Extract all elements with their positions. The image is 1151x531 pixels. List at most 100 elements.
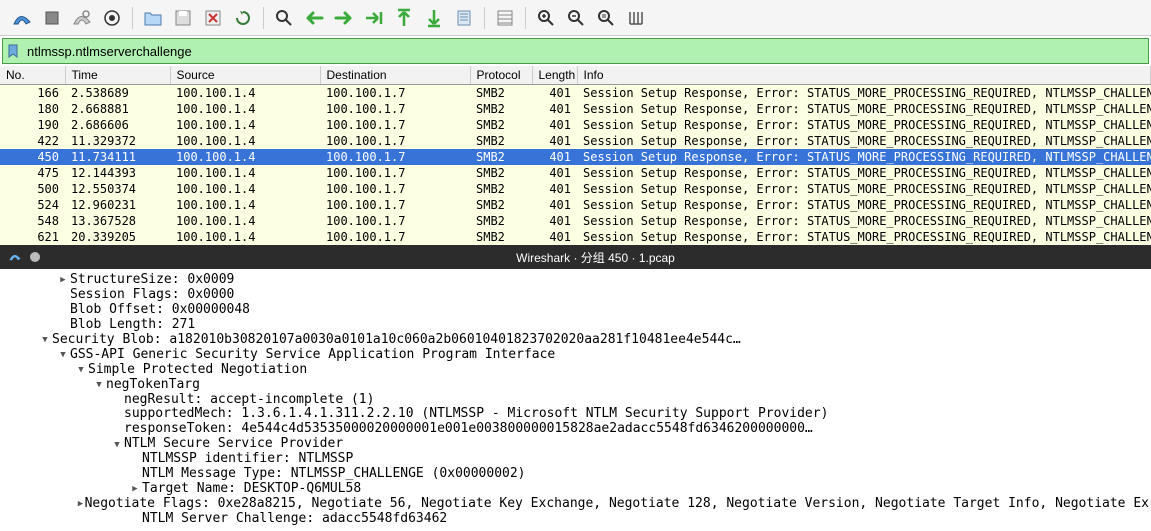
tree-item[interactable]: ▼negTokenTarg xyxy=(2,378,1149,393)
tree-item[interactable]: ▼NTLM Secure Service Provider xyxy=(2,437,1149,452)
packet-cell-time: 12.550374 xyxy=(65,181,170,197)
reload-file-icon[interactable] xyxy=(229,4,257,32)
stop-capture-icon[interactable] xyxy=(38,4,66,32)
packet-row[interactable]: 50012.550374100.100.1.4100.100.1.7SMB240… xyxy=(0,181,1151,197)
tree-item[interactable]: negResult: accept-incomplete (1) xyxy=(2,393,1149,408)
column-length[interactable]: Length xyxy=(532,66,577,85)
packet-cell-info: Session Setup Response, Error: STATUS_MO… xyxy=(577,181,1151,197)
go-first-icon[interactable] xyxy=(390,4,418,32)
toolbar-separator xyxy=(484,7,485,29)
tree-item[interactable]: ▶Target Name: DESKTOP-Q6MUL58 xyxy=(2,482,1149,497)
packet-cell-proto: SMB2 xyxy=(470,133,532,149)
expand-icon[interactable]: ▶ xyxy=(56,275,70,285)
zoom-out-icon[interactable] xyxy=(562,4,590,32)
tree-item[interactable]: NTLM Server Challenge: adacc5548fd63462 xyxy=(2,512,1149,527)
resize-columns-icon[interactable] xyxy=(622,4,650,32)
tree-item[interactable]: NTLMSSP identifier: NTLMSSP xyxy=(2,452,1149,467)
collapse-icon[interactable]: ▼ xyxy=(74,365,88,375)
packet-row[interactable]: 1902.686606100.100.1.4100.100.1.7SMB2401… xyxy=(0,117,1151,133)
packet-row[interactable]: 1802.668881100.100.1.4100.100.1.7SMB2401… xyxy=(0,101,1151,117)
tree-item[interactable]: Blob Offset: 0x00000048 xyxy=(2,303,1149,318)
packet-list-table: No. Time Source Destination Protocol Len… xyxy=(0,66,1151,245)
go-back-icon[interactable] xyxy=(300,4,328,32)
capture-options-icon[interactable] xyxy=(98,4,126,32)
tree-item[interactable]: ▶StructureSize: 0x0009 xyxy=(2,273,1149,288)
tree-item[interactable]: ▼GSS-API Generic Security Service Applic… xyxy=(2,348,1149,363)
packet-cell-proto: SMB2 xyxy=(470,85,532,102)
tree-item[interactable]: supportedMech: 1.3.6.1.4.1.311.2.2.10 (N… xyxy=(2,407,1149,422)
packet-row[interactable]: 1662.538689100.100.1.4100.100.1.7SMB2401… xyxy=(0,85,1151,102)
collapse-icon[interactable]: ▼ xyxy=(110,440,124,450)
close-file-icon[interactable] xyxy=(199,4,227,32)
packet-cell-proto: SMB2 xyxy=(470,149,532,165)
packet-cell-info: Session Setup Response, Error: STATUS_MO… xyxy=(577,149,1151,165)
packet-cell-dst: 100.100.1.7 xyxy=(320,85,470,102)
column-info[interactable]: Info xyxy=(577,66,1151,85)
packet-row[interactable]: 54813.367528100.100.1.4100.100.1.7SMB240… xyxy=(0,213,1151,229)
packet-cell-time: 11.329372 xyxy=(65,133,170,149)
column-time[interactable]: Time xyxy=(65,66,170,85)
colorize-icon[interactable] xyxy=(491,4,519,32)
packet-row[interactable]: 52412.960231100.100.1.4100.100.1.7SMB240… xyxy=(0,197,1151,213)
packet-cell-info: Session Setup Response, Error: STATUS_MO… xyxy=(577,197,1151,213)
column-protocol[interactable]: Protocol xyxy=(470,66,532,85)
tree-item[interactable]: NTLM Message Type: NTLMSSP_CHALLENGE (0x… xyxy=(2,467,1149,482)
toolbar-separator xyxy=(132,7,133,29)
packet-cell-src: 100.100.1.4 xyxy=(170,117,320,133)
packet-cell-src: 100.100.1.4 xyxy=(170,149,320,165)
column-destination[interactable]: Destination xyxy=(320,66,470,85)
expand-icon[interactable]: ▶ xyxy=(76,499,84,509)
packet-cell-dst: 100.100.1.7 xyxy=(320,181,470,197)
tree-item[interactable]: ▶Negotiate Flags: 0xe28a8215, Negotiate … xyxy=(2,497,1149,512)
tree-item[interactable]: responseToken: 4e544c4d53535000020000001… xyxy=(2,422,1149,437)
collapse-icon[interactable]: ▼ xyxy=(38,335,52,345)
column-source[interactable]: Source xyxy=(170,66,320,85)
packet-cell-dst: 100.100.1.7 xyxy=(320,117,470,133)
packet-cell-info: Session Setup Response, Error: STATUS_MO… xyxy=(577,101,1151,117)
go-last-icon[interactable] xyxy=(420,4,448,32)
packet-cell-info: Session Setup Response, Error: STATUS_MO… xyxy=(577,133,1151,149)
restart-capture-icon[interactable] xyxy=(68,4,96,32)
packet-cell-len: 401 xyxy=(532,117,577,133)
details-window-title: Wireshark · 分组 450 · 1.pcap xyxy=(48,249,1143,266)
bookmark-icon[interactable] xyxy=(3,44,23,58)
packet-cell-time: 11.734111 xyxy=(65,149,170,165)
collapse-icon[interactable]: ▼ xyxy=(56,350,70,360)
tree-item[interactable]: ▼Simple Protected Negotiation xyxy=(2,363,1149,378)
packet-cell-proto: SMB2 xyxy=(470,229,532,245)
zoom-reset-icon[interactable] xyxy=(592,4,620,32)
packet-row[interactable]: 42211.329372100.100.1.4100.100.1.7SMB240… xyxy=(0,133,1151,149)
open-file-icon[interactable] xyxy=(139,4,167,32)
find-packet-icon[interactable] xyxy=(270,4,298,32)
collapse-icon[interactable]: ▼ xyxy=(92,380,106,390)
tree-item[interactable]: Session Flags: 0x0000 xyxy=(2,288,1149,303)
expand-icon[interactable]: ▶ xyxy=(128,484,142,494)
tree-item-label: negTokenTarg xyxy=(106,378,200,393)
tree-item-label: Blob Length: 271 xyxy=(70,318,195,333)
packet-cell-len: 401 xyxy=(532,149,577,165)
packet-list-header[interactable]: No. Time Source Destination Protocol Len… xyxy=(0,66,1151,85)
tree-item[interactable]: Blob Length: 271 xyxy=(2,318,1149,333)
zoom-in-icon[interactable] xyxy=(532,4,560,32)
packet-cell-no: 422 xyxy=(0,133,65,149)
packet-cell-src: 100.100.1.4 xyxy=(170,165,320,181)
packet-row[interactable]: 45011.734111100.100.1.4100.100.1.7SMB240… xyxy=(0,149,1151,165)
packet-cell-no: 548 xyxy=(0,213,65,229)
column-no[interactable]: No. xyxy=(0,66,65,85)
save-file-icon[interactable] xyxy=(169,4,197,32)
display-filter-input[interactable] xyxy=(23,42,1148,61)
auto-scroll-icon[interactable] xyxy=(450,4,478,32)
packet-row[interactable]: 62120.339205100.100.1.4100.100.1.7SMB240… xyxy=(0,229,1151,245)
go-to-packet-icon[interactable] xyxy=(360,4,388,32)
packet-row[interactable]: 47512.144393100.100.1.4100.100.1.7SMB240… xyxy=(0,165,1151,181)
tree-item-label: GSS-API Generic Security Service Applica… xyxy=(70,348,555,363)
packet-details-tree[interactable]: ▶StructureSize: 0x0009Session Flags: 0x0… xyxy=(0,269,1151,531)
packet-cell-no: 621 xyxy=(0,229,65,245)
go-forward-icon[interactable] xyxy=(330,4,358,32)
tree-item-label: Blob Offset: 0x00000048 xyxy=(70,303,250,318)
packet-cell-proto: SMB2 xyxy=(470,213,532,229)
packet-cell-no: 500 xyxy=(0,181,65,197)
tree-item[interactable]: ▼Security Blob: a182010b30820107a0030a01… xyxy=(2,333,1149,348)
shark-fin-icon[interactable] xyxy=(8,4,36,32)
tree-item-label: supportedMech: 1.3.6.1.4.1.311.2.2.10 (N… xyxy=(124,407,828,422)
